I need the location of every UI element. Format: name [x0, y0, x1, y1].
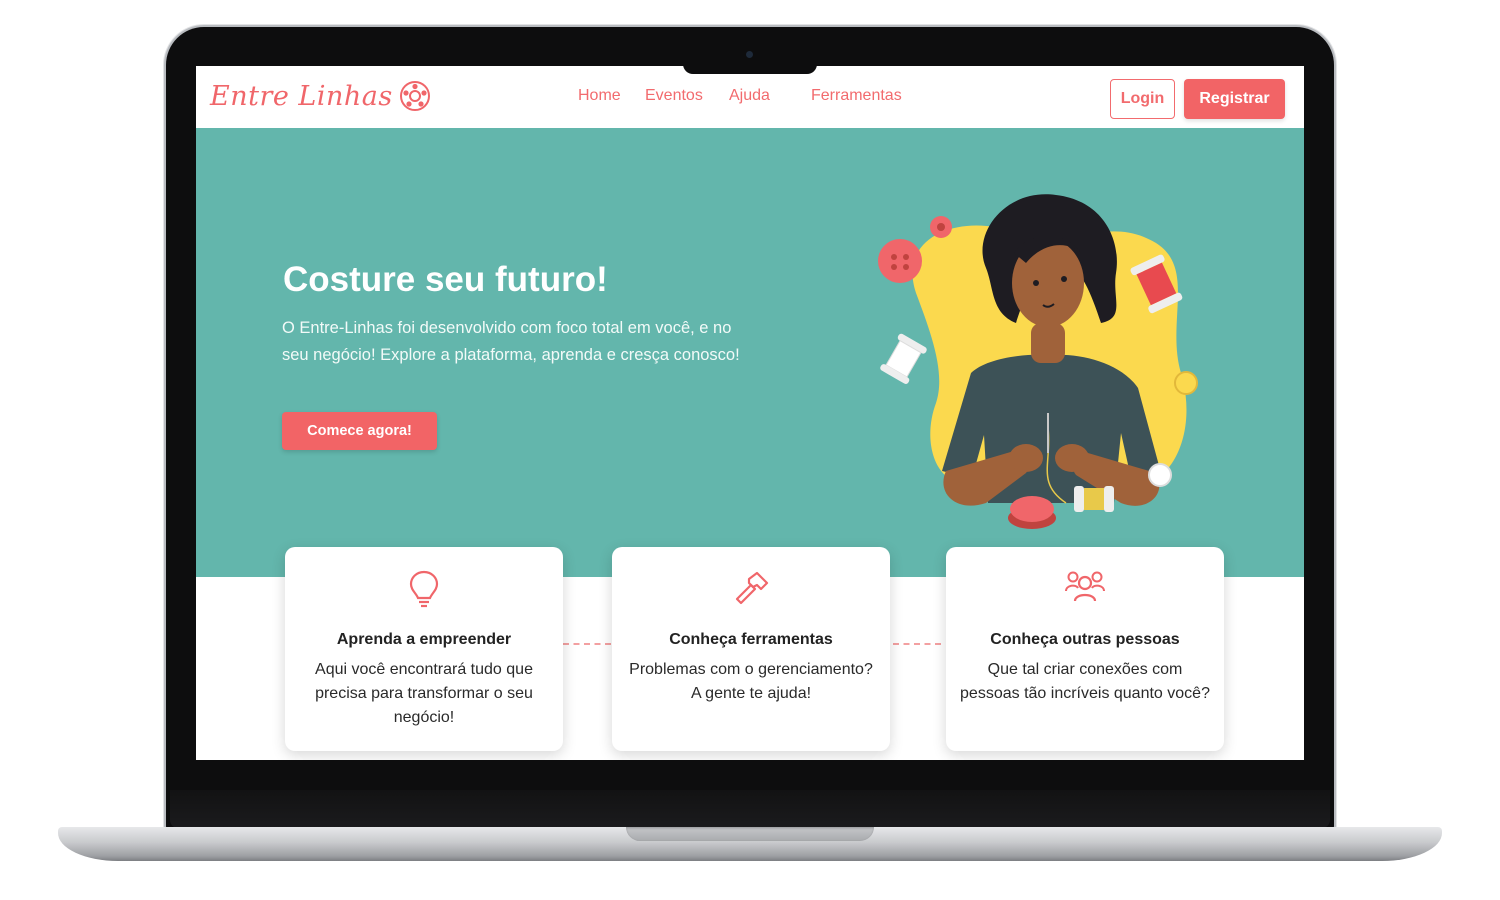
laptop-chin [170, 790, 1330, 828]
camera-icon [746, 51, 753, 58]
website-screen: Entre Linhas Home Eventos Ajuda Ferramen… [196, 66, 1304, 760]
red-button-shape [878, 239, 922, 283]
nav-link-ajuda[interactable]: Ajuda [729, 87, 770, 105]
feature-card-tools[interactable]: Conheça ferramentas Problemas com o gere… [612, 547, 890, 751]
brand-logo[interactable]: Entre Linhas [210, 80, 431, 112]
feature-title: Conheça outras pessoas [990, 631, 1180, 648]
people-icon [1065, 571, 1105, 602]
feature-card-people[interactable]: Conheça outras pessoas Que tal criar con… [946, 547, 1224, 751]
camera-notch [683, 40, 817, 74]
feature-text: Problemas com o gerenciamento? A gente t… [629, 661, 873, 702]
get-started-button[interactable]: Comece agora! [282, 412, 437, 450]
feature-title: Aprenda a empreender [336, 631, 512, 648]
card-connector-1 [563, 643, 611, 645]
nav-link-eventos[interactable]: Eventos [645, 87, 703, 105]
feature-card-learn[interactable]: Aprenda a empreender Aqui você encontrar… [285, 547, 563, 751]
login-button[interactable]: Login [1110, 79, 1175, 119]
register-button[interactable]: Registrar [1184, 79, 1285, 119]
yellow-spool-shape [1074, 486, 1114, 512]
brand-name: Entre Linhas [210, 80, 393, 112]
nav-link-ferramentas[interactable]: Ferramentas [811, 87, 902, 105]
sewing-woman-illustration [878, 194, 1198, 529]
spool-logo-icon [399, 81, 430, 111]
nav-link-home[interactable]: Home [578, 87, 621, 105]
hero-title: Costure seu futuro! [283, 260, 608, 299]
lightbulb-icon [409, 570, 439, 608]
card-connector-2 [893, 643, 941, 645]
feature-text: Que tal criar conexões com pessoas tão i… [960, 661, 1210, 702]
hero-section: Costure seu futuro! O Entre-Linhas foi d… [196, 128, 1304, 577]
navbar: Entre Linhas Home Eventos Ajuda Ferramen… [196, 66, 1304, 128]
feature-text: Aqui você encontrará tudo que precisa pa… [315, 661, 533, 726]
white-spool-shape [880, 333, 927, 384]
hero-description: O Entre-Linhas foi desenvolvido com foco… [282, 319, 740, 364]
laptop-base-notch [626, 827, 874, 841]
feature-title: Conheça ferramentas [669, 631, 833, 648]
hammer-icon [735, 571, 769, 605]
